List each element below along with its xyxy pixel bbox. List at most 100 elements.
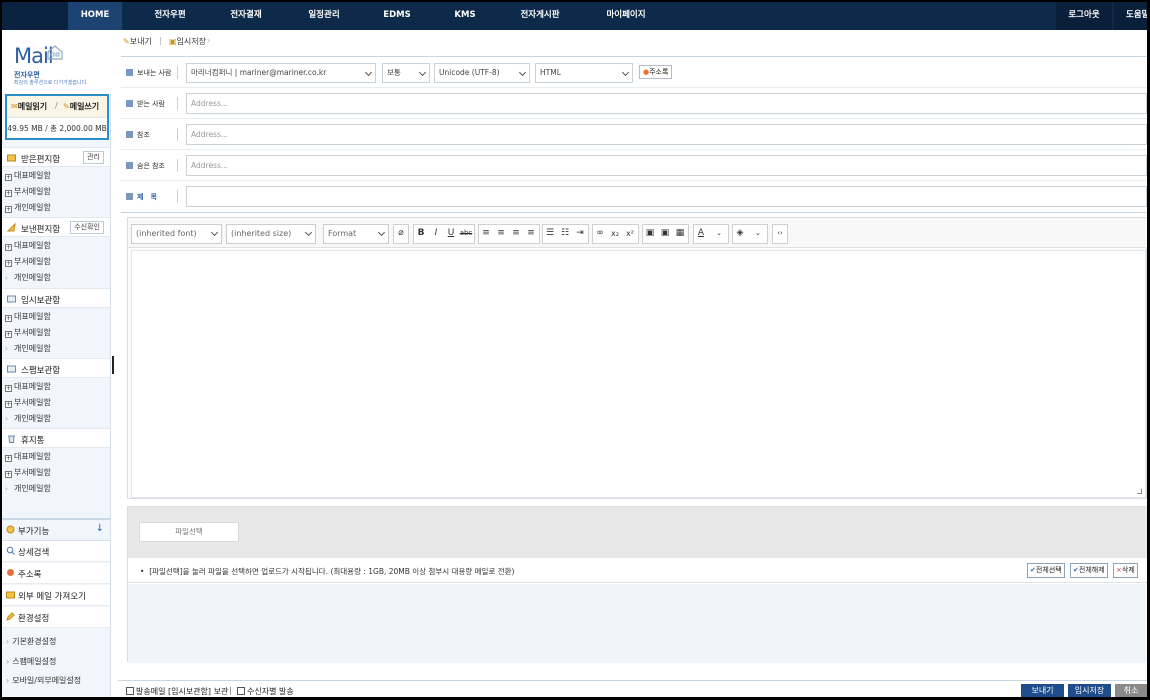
- divider: [177, 66, 178, 79]
- setting-basic[interactable]: › 기본환경설정: [6, 636, 56, 647]
- read-receipt-button[interactable]: 수신확인: [70, 221, 104, 234]
- nav-home[interactable]: HOME: [68, 2, 122, 30]
- encoding-select[interactable]: Unicode (UTF-8): [434, 63, 530, 83]
- priority-select[interactable]: 보통: [382, 63, 430, 83]
- save-draft-link[interactable]: ▣임시저장: [169, 36, 206, 47]
- nav-board[interactable]: 전자게시판: [508, 2, 572, 30]
- send-button[interactable]: 보내기: [1021, 684, 1064, 697]
- list-item[interactable]: + 대표메일함: [5, 379, 51, 395]
- format-select[interactable]: HTML: [535, 63, 633, 83]
- nav-email[interactable]: 전자우편: [140, 2, 200, 30]
- nav-approval[interactable]: 전자결재: [216, 2, 276, 30]
- envelope-icon: ✉: [11, 102, 18, 111]
- list-item[interactable]: › 개인메일함: [5, 411, 51, 427]
- folder-trash[interactable]: 휴지통: [2, 428, 110, 448]
- highlight-color-icon[interactable]: ◈: [733, 226, 747, 241]
- numbered-list-icon[interactable]: ☷: [558, 226, 572, 241]
- list-item[interactable]: › 개인메일함: [5, 270, 51, 286]
- list-item[interactable]: + 부서메일함: [5, 184, 51, 200]
- nav-schedule[interactable]: 일정관리: [294, 2, 354, 30]
- superscript-icon[interactable]: x²: [623, 226, 637, 241]
- font-family-select[interactable]: (inherited font): [131, 224, 222, 244]
- write-mail-button[interactable]: ✎메일쓰기: [63, 101, 99, 112]
- preferences-link[interactable]: 환경설정: [2, 607, 110, 628]
- align-justify-icon[interactable]: ≡: [524, 226, 538, 241]
- indent-icon[interactable]: ⇥: [573, 226, 587, 241]
- media-icon[interactable]: ▣: [658, 226, 672, 241]
- cc-input[interactable]: Address...: [186, 124, 1147, 145]
- bold-icon[interactable]: B: [414, 226, 428, 241]
- sender-select[interactable]: 마리너컴퍼니 | mariner@mariner.co.kr: [186, 63, 376, 83]
- cc-row: 참조 Address...: [121, 119, 1147, 150]
- setting-spam[interactable]: › 스팸메일설정: [6, 656, 56, 667]
- align-left-icon[interactable]: ≡: [479, 226, 493, 241]
- chevron-down-icon[interactable]: ⌄: [712, 226, 726, 241]
- bullet-list-icon[interactable]: ☰: [543, 226, 557, 241]
- list-item[interactable]: + 대표메일함: [5, 449, 51, 465]
- sent-icon: [7, 223, 16, 232]
- file-drop-zone[interactable]: [128, 584, 1147, 663]
- list-item[interactable]: + 부서메일함: [5, 465, 51, 481]
- subscript-icon[interactable]: x₂: [608, 226, 622, 241]
- source-code-icon[interactable]: ‹›: [773, 226, 787, 241]
- arrow-icon: ›: [5, 345, 8, 353]
- cancel-button[interactable]: 취소: [1115, 684, 1147, 697]
- collapse-arrow-icon[interactable]: ↓: [96, 523, 104, 534]
- nav-mypage[interactable]: 마이페이지: [594, 2, 658, 30]
- bcc-input[interactable]: Address...: [186, 155, 1147, 176]
- chevron-down-icon[interactable]: ⌄: [751, 226, 765, 241]
- to-input[interactable]: Address...: [186, 93, 1147, 114]
- extras-header[interactable]: 부가기능 ↓: [2, 520, 110, 541]
- list-item[interactable]: › 개인메일함: [5, 341, 51, 357]
- image-icon[interactable]: ▣: [643, 226, 657, 241]
- underline-icon[interactable]: U: [444, 226, 458, 241]
- list-item[interactable]: + 부서메일함: [5, 325, 51, 341]
- send-link[interactable]: ✎보내기: [123, 36, 152, 47]
- editor-body[interactable]: [131, 250, 1146, 498]
- folder-label: 보낸편지함: [21, 225, 61, 235]
- table-icon[interactable]: ▦: [673, 226, 687, 241]
- manage-button[interactable]: 관리: [83, 151, 104, 164]
- bullet-icon: [126, 69, 133, 76]
- delete-button[interactable]: ×삭제: [1113, 563, 1138, 578]
- nav-kms[interactable]: KMS: [442, 2, 488, 30]
- detail-search-link[interactable]: 상세검색: [2, 541, 110, 562]
- strikethrough-icon[interactable]: abc: [459, 226, 473, 241]
- text-color-icon[interactable]: A: [694, 226, 708, 241]
- list-item[interactable]: + 대표메일함: [5, 309, 51, 325]
- list-item[interactable]: + 부서메일함: [5, 395, 51, 411]
- address-book-button[interactable]: ●주소록: [639, 65, 673, 79]
- list-item[interactable]: + 대표메일함: [5, 168, 51, 184]
- setting-mobile[interactable]: › 모바일/외부메일설정: [6, 675, 81, 686]
- read-mail-button[interactable]: ✉메일읽기: [11, 101, 47, 112]
- folder-sent[interactable]: 보낸편지함 수신확인: [2, 217, 110, 237]
- link-icon[interactable]: ∞: [593, 226, 607, 241]
- individual-send-checkbox[interactable]: 수신자별 발송: [237, 686, 294, 697]
- list-item[interactable]: › 개인메일함: [5, 481, 51, 497]
- list-item[interactable]: + 대표메일함: [5, 238, 51, 254]
- list-item[interactable]: + 부서메일함: [5, 254, 51, 270]
- logout-button[interactable]: 로그아웃: [1056, 2, 1112, 30]
- sidebar-resize-handle[interactable]: [112, 356, 114, 374]
- nav-edms[interactable]: EDMS: [372, 2, 422, 30]
- deselect-all-button[interactable]: ✔전체해제: [1070, 563, 1108, 578]
- help-button[interactable]: 도움말: [1114, 2, 1147, 30]
- align-center-icon[interactable]: ≡: [494, 226, 508, 241]
- folder-drafts[interactable]: 임시보관함: [2, 288, 110, 308]
- resize-grip-icon[interactable]: [1137, 489, 1142, 494]
- file-select-button[interactable]: 파일선택: [139, 522, 239, 542]
- subject-input[interactable]: [186, 186, 1147, 207]
- format-dropdown[interactable]: Format: [323, 224, 389, 244]
- font-size-select[interactable]: (inherited size): [226, 224, 316, 244]
- folder-spam[interactable]: 스팸보관함: [2, 358, 110, 378]
- save-sent-checkbox[interactable]: 발송메일 [임시보관함] 보관: [126, 686, 228, 697]
- select-all-button[interactable]: ✔전체선택: [1027, 563, 1065, 578]
- external-mail-link[interactable]: 외부 메일 가져오기: [2, 585, 110, 606]
- save-draft-button[interactable]: 임시저장: [1068, 684, 1111, 697]
- italic-icon[interactable]: I: [429, 226, 443, 241]
- eraser-icon[interactable]: ⌀: [394, 226, 408, 241]
- folder-inbox[interactable]: 받은편지함 관리: [2, 147, 110, 167]
- list-item[interactable]: + 개인메일함: [5, 200, 51, 216]
- align-right-icon[interactable]: ≡: [509, 226, 523, 241]
- address-book-link[interactable]: 주소록: [2, 563, 110, 584]
